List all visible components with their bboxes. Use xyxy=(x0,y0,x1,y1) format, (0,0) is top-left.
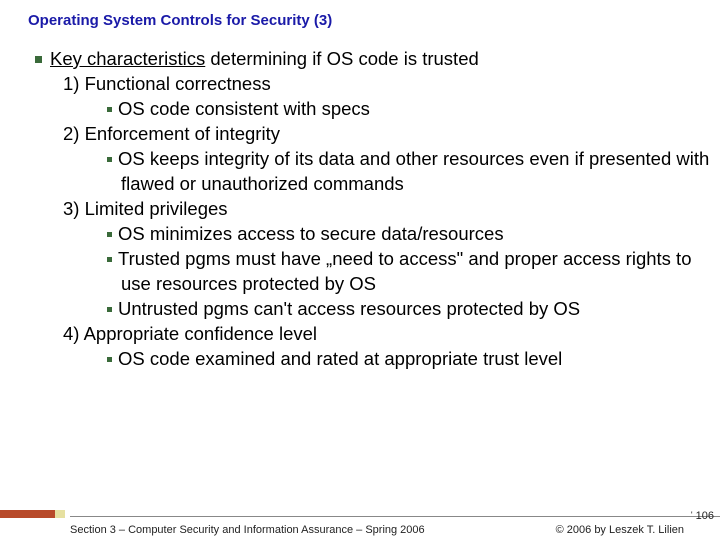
item-3-sub-2: Trusted pgms must have „need to access" … xyxy=(49,247,710,297)
item-3-sub-3: Untrusted pgms can't access resources pr… xyxy=(49,297,710,322)
lead-text: Key characteristics determining if OS co… xyxy=(50,48,479,69)
square-bullet-icon xyxy=(107,157,112,162)
square-bullet-icon xyxy=(107,232,112,237)
item-2: 2) Enforcement of integrity xyxy=(35,122,710,147)
square-bullet-icon xyxy=(35,56,42,63)
footer-left: Section 3 – Computer Security and Inform… xyxy=(70,524,425,536)
footer-divider xyxy=(70,516,720,518)
page-number: ' 106 xyxy=(691,510,714,522)
main-point: Key characteristics determining if OS co… xyxy=(35,47,710,72)
slide-body: Key characteristics determining if OS co… xyxy=(0,29,720,372)
square-bullet-icon xyxy=(107,107,112,112)
item-1-sub-1: OS code consistent with specs xyxy=(49,97,710,122)
slide-title: Operating System Controls for Security (… xyxy=(0,0,720,29)
item-3-sub-1: OS minimizes access to secure data/resou… xyxy=(49,222,710,247)
item-3: 3) Limited privileges xyxy=(35,197,710,222)
item-2-sub-1: OS keeps integrity of its data and other… xyxy=(49,147,710,197)
item-4: 4) Appropriate confidence level xyxy=(35,322,710,347)
footer-accent-bar xyxy=(0,510,55,518)
square-bullet-icon xyxy=(107,257,112,262)
item-1: 1) Functional correctness xyxy=(35,72,710,97)
square-bullet-icon xyxy=(107,307,112,312)
item-4-sub-1: OS code examined and rated at appropriat… xyxy=(49,347,710,372)
footer-right: © 2006 by Leszek T. Lilien xyxy=(556,524,684,536)
square-bullet-icon xyxy=(107,357,112,362)
